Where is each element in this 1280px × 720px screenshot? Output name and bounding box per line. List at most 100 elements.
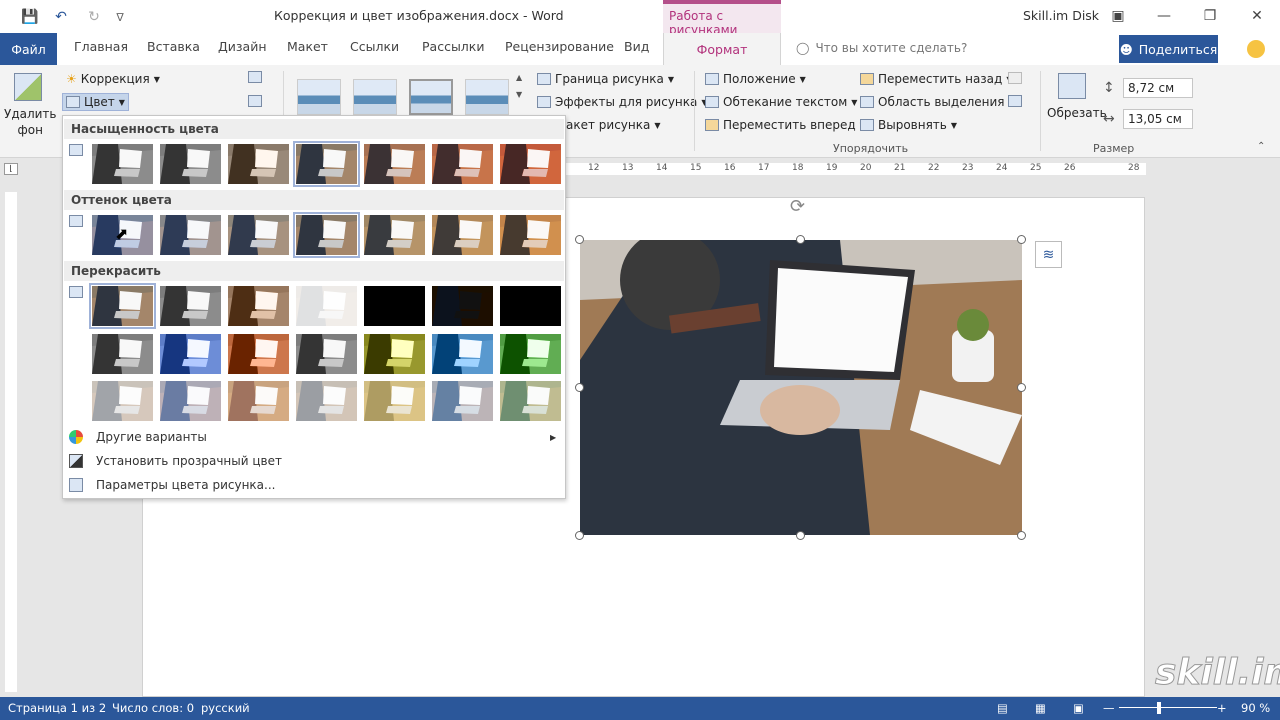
send-backward-button[interactable]: Переместить назад▼	[860, 72, 1013, 86]
zoom-level[interactable]: 90 %	[1241, 701, 1270, 715]
position-button[interactable]: Положение ▼	[705, 72, 806, 86]
more-variations-item[interactable]: Другие варианты ▶	[64, 425, 564, 449]
color-swatch[interactable]	[500, 334, 561, 374]
color-swatch[interactable]	[160, 334, 221, 374]
color-swatch[interactable]	[364, 286, 425, 326]
color-button[interactable]: Цвет ▼	[62, 93, 129, 111]
tab-view[interactable]: Вид	[624, 39, 649, 54]
color-swatch[interactable]	[364, 334, 425, 374]
picture-style-1[interactable]	[297, 79, 341, 115]
color-swatch[interactable]	[296, 286, 357, 326]
change-picture-icon[interactable]	[248, 95, 262, 107]
resize-handle[interactable]	[575, 383, 584, 392]
zoom-slider-handle[interactable]	[1157, 702, 1161, 714]
minimize-icon[interactable]: —	[1152, 6, 1176, 26]
tab-design[interactable]: Дизайн	[218, 39, 267, 54]
color-swatch[interactable]	[92, 381, 153, 421]
language[interactable]: русский	[201, 701, 250, 715]
tab-layout[interactable]: Макет	[287, 39, 328, 54]
customize-icon[interactable]: ∇	[112, 7, 128, 27]
color-swatch[interactable]	[432, 286, 493, 326]
resize-handle[interactable]	[1017, 531, 1026, 540]
picture-style-3[interactable]	[409, 79, 453, 115]
color-swatch[interactable]	[364, 215, 425, 255]
remove-background-button[interactable]	[14, 73, 42, 101]
read-mode-icon[interactable]: ▤	[997, 701, 1008, 715]
resize-handle[interactable]	[575, 531, 584, 540]
color-swatch[interactable]	[432, 144, 493, 184]
styles-scroll[interactable]: ▲ ▼	[516, 73, 522, 99]
color-swatch[interactable]	[364, 144, 425, 184]
layout-options-icon[interactable]: ≋	[1035, 241, 1062, 268]
color-swatch[interactable]	[296, 381, 357, 421]
share-button[interactable]: ☻ Поделиться	[1119, 35, 1218, 63]
color-swatch[interactable]	[228, 334, 289, 374]
picture-layout-button[interactable]: акет рисунка ▼	[566, 118, 661, 132]
rotate-objects-icon[interactable]	[1008, 95, 1022, 107]
tab-insert[interactable]: Вставка	[147, 39, 200, 54]
color-swatch[interactable]	[432, 215, 493, 255]
color-swatch[interactable]	[296, 334, 357, 374]
color-swatch[interactable]	[160, 381, 221, 421]
color-swatch[interactable]	[160, 144, 221, 184]
feedback-smiley-icon[interactable]	[1247, 40, 1265, 58]
picture-effects-button[interactable]: Эффекты для рисунка▼	[537, 95, 708, 109]
height-field[interactable]: 8,72 см	[1123, 78, 1193, 98]
color-swatch[interactable]	[92, 144, 153, 184]
color-swatch[interactable]	[293, 212, 360, 258]
zoom-out-icon[interactable]: —	[1103, 701, 1115, 715]
align-button[interactable]: Выровнять ▼	[860, 118, 957, 132]
tab-selector-icon[interactable]: ⌊	[4, 163, 18, 175]
compress-pictures-icon[interactable]	[248, 71, 262, 83]
resize-handle[interactable]	[575, 235, 584, 244]
save-icon[interactable]: 💾	[20, 7, 40, 27]
tab-home[interactable]: Главная	[74, 39, 128, 54]
print-layout-icon[interactable]: ▦	[1035, 701, 1046, 715]
account-name[interactable]: Skill.im Disk	[1023, 8, 1099, 23]
color-options-item[interactable]: Параметры цвета рисунка...	[64, 473, 564, 497]
color-swatch[interactable]	[293, 141, 360, 187]
close-icon[interactable]: ✕	[1245, 6, 1269, 26]
color-swatch[interactable]	[500, 215, 561, 255]
color-swatch[interactable]	[432, 381, 493, 421]
wrap-text-button[interactable]: Обтекание текстом ▼	[705, 95, 857, 109]
color-swatch[interactable]	[228, 286, 289, 326]
resize-handle[interactable]	[796, 531, 805, 540]
web-layout-icon[interactable]: ▣	[1073, 701, 1084, 715]
tab-mailings[interactable]: Рассылки	[422, 39, 484, 54]
picture-style-4[interactable]	[465, 79, 509, 115]
restore-icon[interactable]: ❐	[1198, 6, 1222, 26]
color-swatch[interactable]	[92, 334, 153, 374]
word-count[interactable]: Число слов: 0	[112, 701, 194, 715]
rotate-handle-icon[interactable]: ⟳	[790, 196, 805, 217]
group-objects-icon[interactable]	[1008, 72, 1022, 84]
zoom-in-icon[interactable]: +	[1217, 701, 1227, 715]
collapse-ribbon-icon[interactable]: ⌃	[1257, 141, 1265, 152]
color-swatch[interactable]	[500, 381, 561, 421]
width-field[interactable]: 13,05 см	[1123, 109, 1193, 129]
color-swatch[interactable]	[160, 286, 221, 326]
color-swatch[interactable]	[160, 215, 221, 255]
color-swatch[interactable]	[228, 144, 289, 184]
color-swatch[interactable]	[500, 286, 561, 326]
selection-pane-button[interactable]: Область выделения	[860, 95, 1005, 109]
redo-icon[interactable]: ↻	[84, 7, 104, 27]
resize-handle[interactable]	[1017, 383, 1026, 392]
selected-picture[interactable]	[580, 240, 1022, 535]
zoom-slider[interactable]	[1119, 707, 1217, 708]
color-swatch[interactable]	[228, 215, 289, 255]
tab-file[interactable]: Файл	[0, 33, 57, 65]
ribbon-display-icon[interactable]: ▣	[1106, 6, 1130, 26]
resize-handle[interactable]	[796, 235, 805, 244]
correction-button[interactable]: ☀ Коррекция ▼	[66, 72, 160, 86]
set-transparent-item[interactable]: Установить прозрачный цвет	[64, 449, 564, 473]
undo-icon[interactable]: ↶	[48, 7, 74, 27]
color-swatch[interactable]	[89, 283, 156, 329]
color-swatch[interactable]	[364, 381, 425, 421]
tab-references[interactable]: Ссылки	[350, 39, 399, 54]
color-swatch[interactable]	[432, 334, 493, 374]
color-swatch[interactable]	[228, 381, 289, 421]
tell-me-search[interactable]: ◯ Что вы хотите сделать?	[796, 41, 967, 55]
page-count[interactable]: Страница 1 из 2	[8, 701, 106, 715]
picture-border-button[interactable]: Граница рисунка ▼	[537, 72, 674, 86]
